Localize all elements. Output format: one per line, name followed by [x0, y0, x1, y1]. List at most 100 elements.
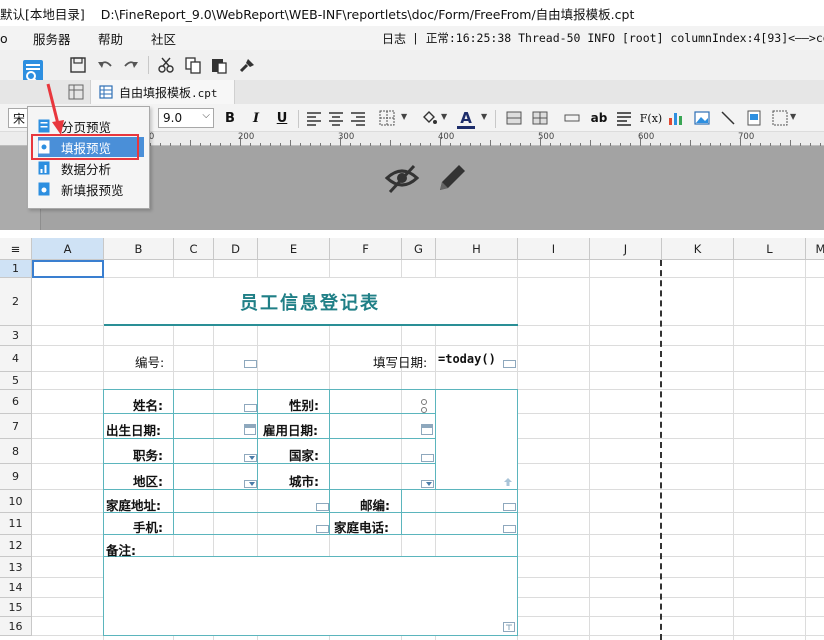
sheet-corner[interactable]: ≡	[0, 238, 32, 260]
tab-label: 自由填报模板.cpt	[119, 85, 218, 100]
text-widget[interactable]	[503, 503, 516, 511]
text-lines-icon[interactable]	[615, 109, 633, 127]
save-icon[interactable]	[69, 56, 87, 74]
italic-button[interactable]: I	[247, 109, 265, 127]
radio-widget[interactable]	[421, 407, 427, 413]
text-field-icon[interactable]	[563, 109, 581, 127]
text-widget[interactable]	[503, 360, 516, 368]
column-header[interactable]: B	[104, 238, 174, 260]
column-header[interactable]: I	[518, 238, 590, 260]
text-widget[interactable]	[316, 503, 329, 511]
row-header[interactable]: 13	[0, 557, 32, 578]
textarea-icon[interactable]	[503, 622, 515, 632]
selected-cell[interactable]	[32, 260, 104, 278]
widget-icon[interactable]	[745, 109, 763, 127]
slash-icon[interactable]	[719, 109, 737, 127]
font-size-select[interactable]: 9.0 ⌵	[158, 108, 214, 128]
redo-icon[interactable]	[122, 56, 140, 74]
fill-dropdown-icon[interactable]: ▼	[441, 112, 447, 121]
column-header[interactable]: E	[258, 238, 330, 260]
row-header[interactable]: 15	[0, 598, 32, 617]
column-header[interactable]: J	[590, 238, 662, 260]
text-widget[interactable]	[503, 525, 516, 533]
edit-pencil-icon[interactable]	[434, 160, 470, 196]
format-painter-icon[interactable]	[238, 56, 256, 74]
merge-cells-icon[interactable]	[505, 109, 523, 127]
text-widget[interactable]	[421, 454, 434, 462]
formula-button[interactable]: F(x)	[640, 109, 662, 127]
row-header[interactable]: 9	[0, 464, 32, 490]
calendar-icon[interactable]	[421, 424, 433, 435]
align-left-icon[interactable]	[305, 109, 323, 127]
column-header[interactable]: C	[174, 238, 214, 260]
row-header[interactable]: 10	[0, 490, 32, 513]
row-header[interactable]: 2	[0, 278, 32, 326]
row-header[interactable]: 7	[0, 414, 32, 439]
label-home-phone: 家庭电话:	[334, 520, 389, 535]
column-header[interactable]: F	[330, 238, 402, 260]
dropdown-widget[interactable]	[421, 480, 434, 488]
row-header[interactable]: 16	[0, 617, 32, 636]
tab-template[interactable]: 自由填报模板.cpt	[90, 80, 235, 104]
chart-icon[interactable]	[667, 109, 685, 127]
align-center-icon[interactable]	[327, 109, 345, 127]
menu-item-server[interactable]: 服务器	[33, 29, 71, 48]
text-color-button[interactable]: A	[457, 109, 475, 129]
spreadsheet[interactable]: ≡ A B C D E F G H I J K L M 1 2 3 4 5 6 …	[0, 238, 824, 640]
column-header[interactable]: L	[734, 238, 806, 260]
row-header[interactable]: 5	[0, 372, 32, 390]
image-icon[interactable]	[693, 109, 711, 127]
text-widget[interactable]	[316, 525, 329, 533]
menu-item-partial[interactable]: o	[0, 31, 8, 46]
column-header[interactable]: A	[32, 238, 104, 260]
text-color-dropdown-icon[interactable]: ▼	[481, 112, 487, 121]
row-header[interactable]: 6	[0, 390, 32, 414]
undo-icon[interactable]	[96, 56, 114, 74]
border-dropdown-icon[interactable]: ▼	[401, 112, 407, 121]
row-header[interactable]: 8	[0, 439, 32, 464]
column-header[interactable]: D	[214, 238, 258, 260]
dropdown-widget[interactable]	[244, 480, 257, 488]
hide-eye-icon[interactable]	[384, 160, 420, 196]
row-header[interactable]: 4	[0, 346, 32, 372]
column-header[interactable]: G	[402, 238, 436, 260]
dropdown-widget[interactable]	[244, 454, 257, 462]
copy-icon[interactable]	[184, 56, 202, 74]
fill-color-icon[interactable]	[420, 109, 438, 127]
row-header[interactable]: 3	[0, 326, 32, 346]
bold-button[interactable]: B	[221, 109, 239, 127]
text-widget[interactable]	[244, 404, 257, 412]
cut-icon[interactable]	[157, 56, 175, 74]
upload-icon[interactable]	[502, 476, 514, 488]
underline-button[interactable]: U	[273, 109, 291, 127]
text-widget[interactable]	[244, 360, 257, 368]
menu-item-data-analysis[interactable]: 数据分析	[38, 158, 144, 178]
menu-item-help[interactable]: 帮助	[98, 29, 123, 48]
label-remark: 备注:	[106, 543, 136, 558]
row-header[interactable]: 14	[0, 578, 32, 598]
menu-item-community[interactable]: 社区	[151, 29, 176, 48]
paste-icon[interactable]	[210, 56, 228, 74]
photo-cell[interactable]	[436, 390, 517, 489]
column-header[interactable]: M	[806, 238, 824, 260]
calendar-icon[interactable]	[244, 424, 256, 435]
more-border-icon[interactable]	[771, 109, 789, 127]
more-dropdown-icon[interactable]: ▼	[790, 112, 796, 121]
add-tab-icon[interactable]	[68, 84, 84, 100]
remark-area-cell[interactable]	[104, 557, 517, 635]
menu-item-new-fill-preview[interactable]: 新填报预览	[38, 179, 144, 199]
border-icon[interactable]	[378, 109, 396, 127]
row-header[interactable]: 12	[0, 535, 32, 557]
row-header[interactable]: 11	[0, 513, 32, 535]
radio-widget[interactable]	[421, 399, 427, 405]
abbr-button[interactable]: ab	[588, 109, 610, 127]
column-header[interactable]: H	[436, 238, 518, 260]
log-label[interactable]: 日志	[382, 30, 406, 47]
align-right-icon[interactable]	[349, 109, 367, 127]
label-mobile: 手机:	[133, 520, 163, 535]
font-name-select[interactable]: 宋	[8, 108, 28, 128]
unmerge-cells-icon[interactable]	[531, 109, 549, 127]
today-formula[interactable]: =today()	[438, 352, 496, 366]
row-header[interactable]: 1	[0, 260, 32, 278]
column-header[interactable]: K	[662, 238, 734, 260]
